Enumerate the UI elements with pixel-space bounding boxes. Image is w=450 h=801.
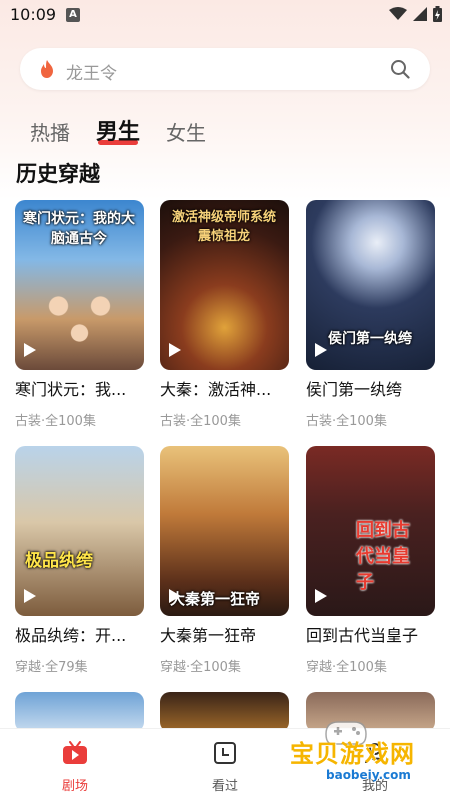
drama-meta: 古装·全100集 <box>306 414 387 429</box>
status-bar: 10:09 A <box>0 0 450 32</box>
signal-icon <box>413 7 427 21</box>
drama-poster[interactable]: 激活神级帝师系统 震惊祖龙 <box>160 200 289 370</box>
play-icon <box>24 343 36 357</box>
drama-meta: 穿越·全79集 <box>15 660 88 675</box>
play-icon <box>169 589 181 603</box>
poster-title: 激活神级帝师系统 震惊祖龙 <box>171 210 276 244</box>
battery-icon <box>433 6 442 22</box>
watermark: 宝贝游戏网 baobeiy.com <box>276 721 448 792</box>
search-placeholder: 龙王令 <box>66 64 117 84</box>
nav-history[interactable]: 看过 <box>185 741 265 794</box>
drama-card[interactable]: 回到古代当皇子 回到古代当皇子 穿越·全100集 <box>306 446 435 675</box>
drama-title: 侯门第一纨绔 <box>306 380 403 399</box>
drama-card[interactable]: 极品纨绔 极品纨绔：开... 穿越·全79集 <box>15 446 144 675</box>
drama-title: 大秦：激活神... <box>160 380 272 399</box>
drama-meta: 古装·全100集 <box>15 414 96 429</box>
poster-title: 大秦第一狂帝 <box>170 590 261 608</box>
nav-label: 看过 <box>211 779 238 794</box>
drama-card[interactable]: 大秦第一狂帝 大秦第一狂帝 穿越·全100集 <box>160 446 289 675</box>
drama-title: 大秦第一狂帝 <box>160 626 257 645</box>
drama-poster[interactable]: 寒门状元：我的大脑通古今 <box>15 200 144 370</box>
drama-meta: 古装·全100集 <box>160 414 241 429</box>
search-icon[interactable] <box>390 59 410 79</box>
poster-title: 极品纨绔 <box>25 551 93 571</box>
drama-poster[interactable]: 极品纨绔 <box>15 446 144 616</box>
poster-title: 寒门状元：我的大脑通古今 <box>23 211 135 247</box>
drama-poster[interactable]: 侯门第一纨绔 <box>306 200 435 370</box>
nav-theater[interactable]: 剧场 <box>35 741 115 794</box>
drama-title: 极品纨绔：开... <box>15 626 127 645</box>
drama-card[interactable]: 侯门第一纨绔 侯门第一纨绔 古装·全100集 <box>306 200 435 429</box>
watermark-url: baobeiy.com <box>326 768 411 782</box>
tv-play-icon <box>63 741 87 764</box>
drama-meta: 穿越·全100集 <box>306 660 387 675</box>
drama-poster[interactable]: 回到古代当皇子 <box>306 446 435 616</box>
drama-card[interactable] <box>160 692 289 732</box>
search-bar[interactable]: 龙王令 <box>20 48 430 90</box>
drama-title: 回到古代当皇子 <box>306 626 419 645</box>
play-icon <box>315 589 327 603</box>
play-icon <box>169 343 181 357</box>
drama-poster[interactable]: 大秦第一狂帝 <box>160 446 289 616</box>
tab-male[interactable]: 男生 <box>96 114 140 146</box>
wifi-icon <box>389 7 407 20</box>
watermark-text: 宝贝游戏网 <box>290 740 415 768</box>
tab-hot[interactable]: 热播 <box>30 117 70 146</box>
drama-card[interactable] <box>15 692 144 732</box>
drama-poster[interactable] <box>160 692 289 732</box>
nav-label: 剧场 <box>61 779 88 794</box>
section-title: 历史穿越 <box>16 162 100 186</box>
drama-title: 寒门状元：我... <box>15 380 127 399</box>
poster-title: 回到古代当皇子 <box>356 520 410 593</box>
category-tabs: 热播 男生 女生 <box>30 110 206 146</box>
tab-female[interactable]: 女生 <box>166 117 206 146</box>
drama-card[interactable]: 激活神级帝师系统 震惊祖龙 大秦：激活神... 古装·全100集 <box>160 200 289 429</box>
drama-poster[interactable] <box>15 692 144 732</box>
drama-meta: 穿越·全100集 <box>160 660 241 675</box>
status-time: 10:09 <box>10 5 57 24</box>
history-icon <box>214 742 236 764</box>
drama-card[interactable]: 寒门状元：我的大脑通古今 寒门状元：我... 古装·全100集 <box>15 200 144 429</box>
flame-icon <box>41 60 53 78</box>
play-icon <box>315 343 327 357</box>
poster-title: 侯门第一纨绔 <box>328 331 412 347</box>
notification-icon: A <box>66 8 80 22</box>
play-icon <box>24 589 36 603</box>
